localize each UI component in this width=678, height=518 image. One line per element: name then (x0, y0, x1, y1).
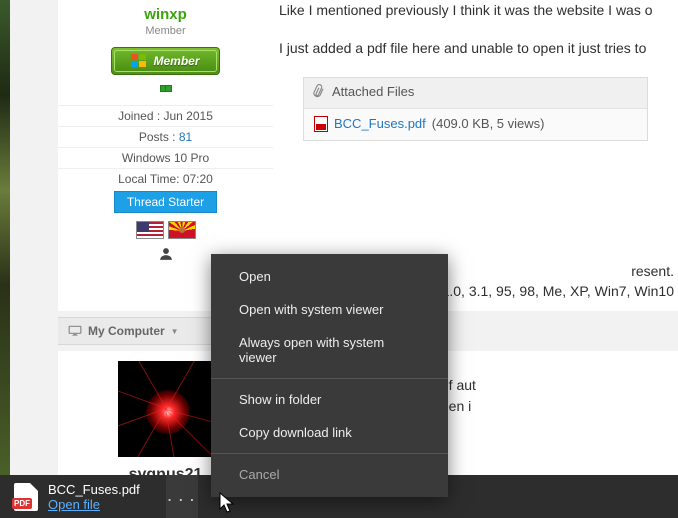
reputation-dots (58, 81, 273, 95)
post-text-line: Like I mentioned previously I think it w… (279, 0, 678, 20)
pdf-file-icon (14, 483, 38, 511)
user-role: Member (58, 25, 273, 37)
ctx-open-system-viewer[interactable]: Open with system viewer (211, 293, 448, 326)
ctx-cancel[interactable]: Cancel (211, 458, 448, 491)
post-text-line: I just added a pdf file here and unable … (279, 38, 678, 58)
user-flags (58, 221, 273, 239)
posts-label: Posts : (139, 130, 179, 144)
attachment-link[interactable]: BCC_Fuses.pdf (334, 115, 426, 134)
ctx-show-in-folder[interactable]: Show in folder (211, 383, 448, 416)
posts-line: Posts : 81 (58, 126, 273, 147)
pdf-file-icon (314, 116, 328, 132)
member-badge-label: Member (153, 54, 199, 68)
ctx-separator (211, 453, 448, 454)
monitor-icon (68, 325, 82, 337)
flag-us-icon (136, 221, 164, 239)
ctx-separator (211, 378, 448, 379)
thread-starter-badge: Thread Starter (114, 191, 217, 213)
download-filename: BCC_Fuses.pdf (48, 482, 140, 497)
attachments-header: Attached Files (304, 78, 647, 109)
windows-logo-icon (131, 54, 147, 68)
localtime-line: Local Time: 07:20 (58, 168, 273, 189)
joined-line: Joined : Jun 2015 (58, 105, 273, 126)
ctx-copy-download-link[interactable]: Copy download link (211, 416, 448, 449)
flag-arizona-icon (168, 221, 196, 239)
avatar[interactable] (118, 361, 214, 457)
my-computer-label: My Computer (88, 324, 165, 338)
posts-count-link[interactable]: 81 (179, 130, 192, 144)
download-item[interactable]: BCC_Fuses.pdf Open file (0, 475, 154, 518)
download-context-menu: Open Open with system viewer Always open… (211, 254, 448, 497)
attachment-meta: (409.0 KB, 5 views) (432, 115, 545, 134)
attachments-title: Attached Files (332, 83, 414, 102)
username-link[interactable]: winxp (58, 6, 273, 23)
desktop-background-sliver (0, 0, 10, 475)
paperclip-icon (309, 81, 329, 105)
member-badge: Member (111, 47, 219, 75)
ctx-open[interactable]: Open (211, 260, 448, 293)
open-file-link[interactable]: Open file (48, 497, 140, 512)
more-dots-icon: . . . (168, 489, 196, 504)
download-more-button[interactable]: . . . (166, 475, 198, 518)
chevron-down-icon: ▼ (171, 327, 179, 336)
attachments-box: Attached Files BCC_Fuses.pdf (409.0 KB, … (303, 77, 648, 141)
ctx-always-open-system-viewer[interactable]: Always open with system viewer (211, 326, 448, 374)
os-line: Windows 10 Pro (58, 147, 273, 168)
mouse-cursor-icon (219, 492, 235, 514)
